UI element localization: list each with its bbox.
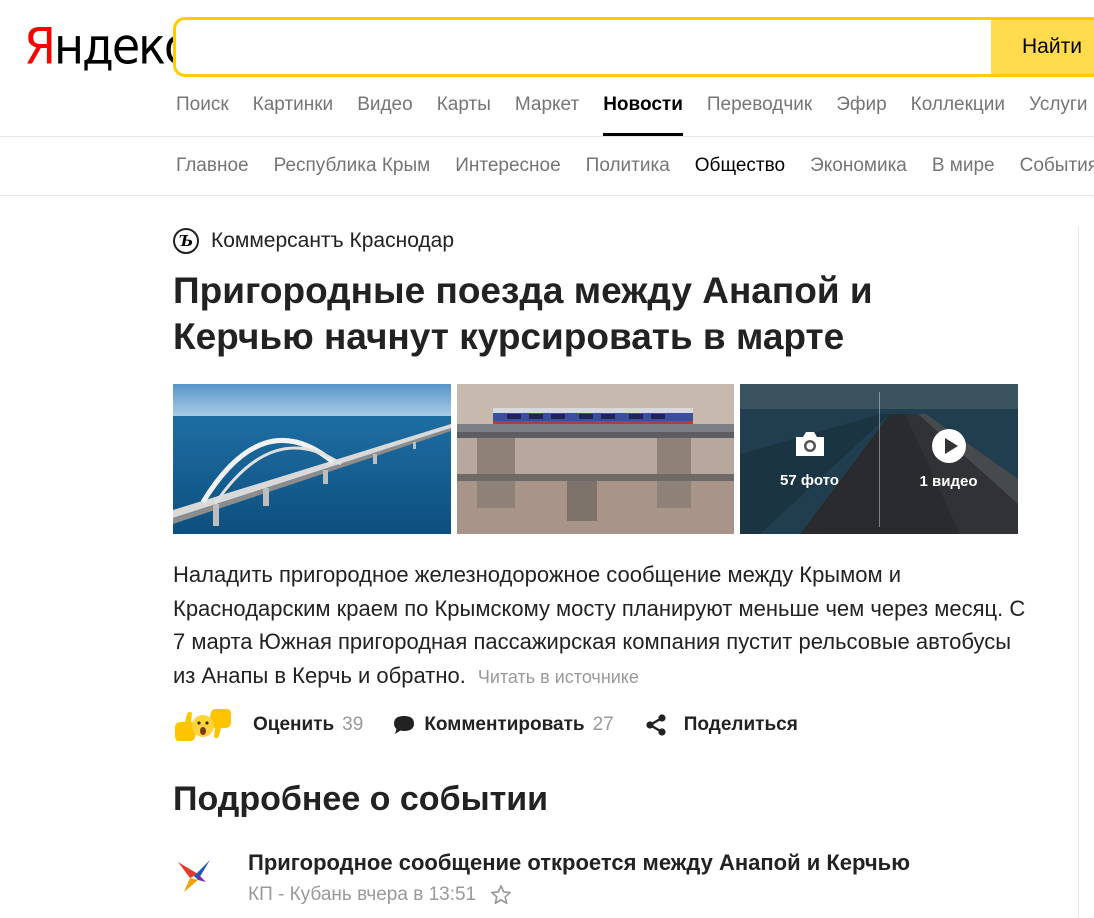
camera-icon [795, 431, 824, 456]
reactions-emoji-icon [175, 709, 231, 741]
article-actions: Оценить 39 Комментировать 27 Поделиться [173, 706, 828, 744]
rubric-tab[interactable]: В мире [932, 153, 995, 179]
videos-count-label: 1 видео [919, 472, 978, 490]
service-tab[interactable]: Видео [357, 92, 413, 136]
photo-bridge-arch[interactable] [173, 384, 451, 534]
article-lead: Наладить пригородное железнодорожное соо… [173, 558, 1033, 694]
service-tab[interactable]: Маркет [515, 92, 579, 136]
rubric-tab[interactable]: События [1020, 153, 1094, 179]
right-column-divider [1078, 226, 1079, 918]
service-tab[interactable]: Новости [603, 92, 683, 136]
share-label: Поделиться [683, 714, 798, 735]
comment-icon [394, 716, 415, 734]
rubric-tab[interactable]: Республика Крым [274, 153, 431, 179]
kommersant-logo-icon: Ъ [173, 228, 199, 254]
service-tab[interactable]: Эфир [836, 92, 886, 136]
photos-counter[interactable]: 57 фото [740, 384, 879, 534]
related-story-meta: КП - Кубань вчера в 13:51 [248, 884, 512, 906]
service-tab[interactable]: Поиск [176, 92, 229, 136]
article-title: Пригородные поезда между Анапой и Керчью… [173, 270, 873, 357]
media-gallery[interactable]: 57 фото 1 видео [740, 384, 1018, 534]
article-source[interactable]: Ъ Коммерсантъ Краснодар [173, 228, 454, 254]
videos-counter[interactable]: 1 видео [879, 384, 1018, 534]
related-story-source: КП - Кубань вчера в 13:51 [248, 884, 477, 905]
details-section-title: Подробнее о событии [173, 780, 549, 818]
comment-label: Комментировать [424, 714, 585, 735]
rubric-tab[interactable]: Политика [586, 153, 670, 179]
search-input[interactable] [176, 20, 991, 74]
related-story-title[interactable]: Пригородное сообщение откроется между Ан… [248, 848, 910, 878]
rubrics-divider [0, 195, 1094, 196]
kp-logo-icon [176, 858, 212, 899]
rubric-tab[interactable]: Интересное [455, 153, 560, 179]
service-tab[interactable]: Картинки [253, 92, 334, 136]
comment-button[interactable]: Комментировать 27 [393, 714, 614, 736]
logo-rest: ндекс [53, 16, 189, 76]
search-bar: Найти [173, 17, 1094, 77]
share-button[interactable]: Поделиться [644, 713, 798, 737]
yandex-logo[interactable]: Яндекс [24, 16, 189, 76]
read-in-source-link[interactable]: Читать в источнике [478, 667, 639, 687]
rubric-tab[interactable]: Главное [176, 153, 249, 179]
header-divider [0, 136, 1094, 137]
rubrics-nav: Главное Республика Крым Интересное Политика… [176, 153, 1094, 179]
photo-train-on-bridge[interactable] [457, 384, 734, 534]
star-icon[interactable] [490, 884, 512, 906]
rate-button[interactable]: Оценить 39 [173, 708, 363, 742]
search-button[interactable]: Найти [991, 20, 1094, 74]
service-tab[interactable]: Карты [437, 92, 491, 136]
rate-label: Оценить [253, 714, 335, 735]
rate-count: 39 [342, 714, 364, 735]
rubric-tab[interactable]: Экономика [810, 153, 907, 179]
service-tab[interactable]: Переводчик [707, 92, 812, 136]
play-icon [931, 428, 966, 463]
photos-count-label: 57 фото [780, 471, 839, 489]
service-tab[interactable]: Коллекции [911, 92, 1005, 136]
service-tab[interactable]: Услуги [1029, 92, 1087, 136]
services-nav: Поиск Картинки Видео Карты Маркет Новости Пере… [176, 92, 1094, 136]
comment-count: 27 [592, 714, 614, 735]
source-name: Коммерсантъ Краснодар [211, 229, 455, 252]
logo-first-letter: Я [24, 16, 56, 76]
share-icon [646, 714, 666, 736]
rubric-tab[interactable]: Общество [695, 153, 785, 179]
